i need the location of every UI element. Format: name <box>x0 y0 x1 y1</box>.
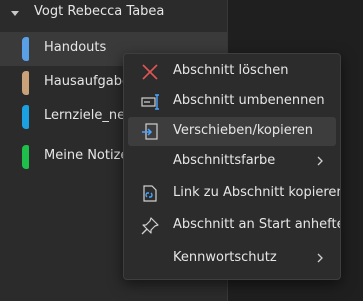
move-copy-icon <box>142 123 158 140</box>
menu-item-pin-to-start[interactable]: Abschnitt an Start anheften <box>128 211 340 240</box>
onenote-window: Vogt Rebecca Tabea Handouts Hausaufgaben… <box>0 0 363 301</box>
menu-item-label: Link zu Abschnitt kopieren <box>173 185 341 200</box>
menu-item-move-copy[interactable]: Verschieben/kopieren <box>128 117 336 146</box>
section-context-menu: Abschnitt löschen Abschnitt umbenennen V… <box>123 53 341 280</box>
delete-x-icon <box>142 64 158 80</box>
menu-item-label: Verschieben/kopieren <box>173 123 314 138</box>
notebook-title: Vogt Rebecca Tabea <box>34 4 165 19</box>
section-color-tab <box>22 145 29 169</box>
menu-item-section-color[interactable]: Abschnittsfarbe <box>128 147 336 176</box>
menu-item-label: Abschnitt umbenennen <box>173 93 325 108</box>
chevron-right-icon <box>317 156 323 166</box>
rename-icon <box>141 94 159 110</box>
chevron-down-icon[interactable] <box>11 11 19 16</box>
section-color-tab <box>22 71 29 95</box>
chevron-right-icon <box>317 253 323 263</box>
menu-item-label: Kennwortschutz <box>173 250 277 265</box>
menu-item-label: Abschnitt an Start anheften <box>173 217 341 232</box>
pin-icon <box>141 217 159 235</box>
menu-item-label: Abschnitt löschen <box>173 63 289 78</box>
section-color-tab <box>22 37 29 61</box>
menu-item-rename-section[interactable]: Abschnitt umbenennen <box>128 87 336 116</box>
menu-item-delete-section[interactable]: Abschnitt löschen <box>128 57 336 86</box>
menu-item-password-protection[interactable]: Kennwortschutz <box>128 244 336 273</box>
menu-item-copy-link[interactable]: Link zu Abschnitt kopieren <box>128 179 340 208</box>
menu-item-label: Abschnittsfarbe <box>173 153 276 168</box>
link-page-icon <box>143 185 157 202</box>
section-color-tab <box>22 105 29 129</box>
notebook-header[interactable]: Vogt Rebecca Tabea <box>0 0 228 28</box>
